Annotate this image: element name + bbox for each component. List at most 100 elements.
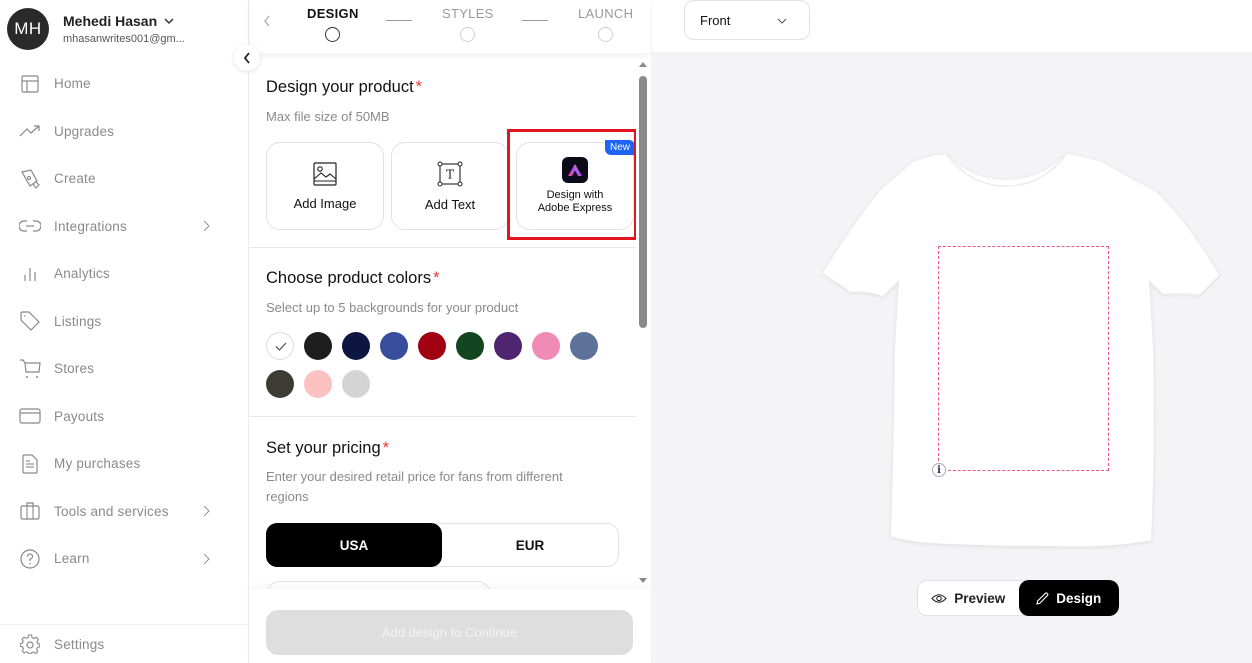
stepper: DESIGN STYLES LAUNCH <box>250 0 650 53</box>
color-swatch-charcoal[interactable] <box>266 370 294 398</box>
cart-icon <box>19 358 41 380</box>
divider <box>250 416 637 417</box>
pricing-section-subtitle: Enter your desired retail price for fans… <box>266 469 563 504</box>
print-area[interactable] <box>938 246 1109 471</box>
sidebar: MH Mehedi Hasan mhasanwrites001@gm... Ho… <box>0 0 249 663</box>
color-swatch-light-gray[interactable] <box>342 370 370 398</box>
eye-icon <box>931 593 947 603</box>
sidebar-item-upgrades[interactable]: Upgrades <box>0 108 249 156</box>
price-input[interactable] <box>266 581 491 589</box>
sidebar-item-settings[interactable]: Settings <box>0 625 249 663</box>
collapse-sidebar-button[interactable] <box>234 45 260 71</box>
info-icon[interactable]: i <box>932 463 946 477</box>
color-swatch-white[interactable] <box>266 332 294 360</box>
design-button[interactable]: Design <box>1018 580 1119 616</box>
adobe-express-icon <box>562 157 588 183</box>
briefcase-icon <box>19 500 41 522</box>
chevron-right-icon <box>203 505 210 517</box>
check-icon <box>275 342 287 351</box>
sidebar-item-label: Listings <box>54 313 102 329</box>
color-swatch-forest-green[interactable] <box>456 332 484 360</box>
back-icon[interactable] <box>263 14 271 28</box>
color-swatch-purple[interactable] <box>494 332 522 360</box>
design-options: Add Image T Add Text New Design with Adob… <box>266 140 641 230</box>
sidebar-item-integrations[interactable]: Integrations <box>0 203 249 251</box>
chevron-right-icon <box>203 553 210 565</box>
sidebar-item-label: Upgrades <box>54 123 115 139</box>
color-swatch-pink[interactable] <box>532 332 560 360</box>
sidebar-item-tools-and-services[interactable]: Tools and services <box>0 488 249 536</box>
help-circle-icon <box>19 548 41 570</box>
sidebar-item-label: Tools and services <box>54 503 169 519</box>
sidebar-item-analytics[interactable]: Analytics <box>0 250 249 298</box>
color-swatch-light-pink[interactable] <box>304 370 332 398</box>
color-swatch-slate-blue[interactable] <box>570 332 598 360</box>
scrollbar-thumb[interactable] <box>639 76 647 328</box>
color-swatches <box>266 332 626 408</box>
sidebar-item-listings[interactable]: Listings <box>0 298 249 346</box>
color-swatch-royal-blue[interactable] <box>380 332 408 360</box>
trend-up-icon <box>19 120 41 142</box>
sidebar-item-label: Payouts <box>54 408 105 424</box>
tag-icon <box>19 310 41 332</box>
sidebar-item-payouts[interactable]: Payouts <box>0 393 249 441</box>
bar-chart-icon <box>19 263 41 285</box>
design-section-title: Design your product * <box>266 78 423 96</box>
chevron-down-icon[interactable] <box>164 17 174 25</box>
pricing-section-title: Set your pricing * <box>266 439 390 457</box>
step-design[interactable]: DESIGN <box>307 6 359 42</box>
card-icon <box>19 405 41 427</box>
panel-scroll-area: Design your product * Max file size of 50… <box>250 53 650 589</box>
scroll-up-arrow[interactable] <box>639 62 647 67</box>
step-connector <box>522 20 548 21</box>
sidebar-item-label: Home <box>54 76 91 92</box>
color-swatch-black[interactable] <box>304 332 332 360</box>
pencil-icon <box>1036 591 1049 605</box>
step-indicator <box>460 27 476 42</box>
sidebar-item-label: Stores <box>54 361 95 377</box>
design-with-adobe-express-button[interactable]: New Design with Adobe Express <box>516 140 635 230</box>
svg-text:T: T <box>446 167 454 181</box>
step-indicator <box>325 27 341 42</box>
add-text-button[interactable]: T Add Text <box>391 142 509 230</box>
add-image-button[interactable]: Add Image <box>266 142 384 230</box>
required-mark: * <box>415 78 423 96</box>
sidebar-item-my-purchases[interactable]: My purchases <box>0 440 249 488</box>
sidebar-item-home[interactable]: Home <box>0 60 249 108</box>
sidebar-nav: Home Upgrades Create Integrations Analyt… <box>0 60 249 583</box>
sidebar-item-label: Integrations <box>54 218 127 234</box>
sidebar-item-create[interactable]: Create <box>0 155 249 203</box>
preview-toolbar: Front <box>651 0 1252 52</box>
image-icon <box>313 161 337 186</box>
link-icon <box>19 215 41 237</box>
gear-icon <box>19 633 41 655</box>
preview-button[interactable]: Preview <box>918 581 1019 615</box>
profile-name: Mehedi Hasan <box>63 13 158 29</box>
region-eur-tab[interactable]: EUR <box>442 524 618 566</box>
required-mark: * <box>382 439 390 457</box>
side-select[interactable]: Front <box>684 0 810 40</box>
sidebar-item-learn[interactable]: Learn <box>0 535 249 583</box>
text-box-icon: T <box>437 161 463 186</box>
region-usa-tab[interactable]: USA <box>266 523 442 567</box>
layout-icon <box>19 73 41 95</box>
step-launch[interactable]: LAUNCH <box>578 6 633 42</box>
sidebar-item-stores[interactable]: Stores <box>0 345 249 393</box>
new-badge: New <box>604 140 635 155</box>
chevron-right-icon <box>203 220 210 232</box>
continue-button[interactable]: Add design to Continue <box>266 610 633 655</box>
color-swatch-red[interactable] <box>418 332 446 360</box>
colors-section-subtitle: Select up to 5 backgrounds for your prod… <box>266 300 519 315</box>
step-indicator <box>598 27 614 42</box>
sidebar-item-label: My purchases <box>54 456 141 472</box>
avatar: MH <box>7 8 49 50</box>
product-preview: Front i Preview Design <box>651 0 1252 663</box>
scroll-down-arrow[interactable] <box>639 578 647 583</box>
chevron-down-icon <box>777 18 787 24</box>
step-styles[interactable]: STYLES <box>442 6 494 42</box>
profile-menu[interactable]: MH Mehedi Hasan mhasanwrites001@gm... <box>7 8 185 50</box>
sidebar-item-label: Learn <box>54 551 90 567</box>
divider <box>250 247 637 248</box>
panel-footer: Add design to Continue <box>250 589 650 663</box>
color-swatch-navy[interactable] <box>342 332 370 360</box>
